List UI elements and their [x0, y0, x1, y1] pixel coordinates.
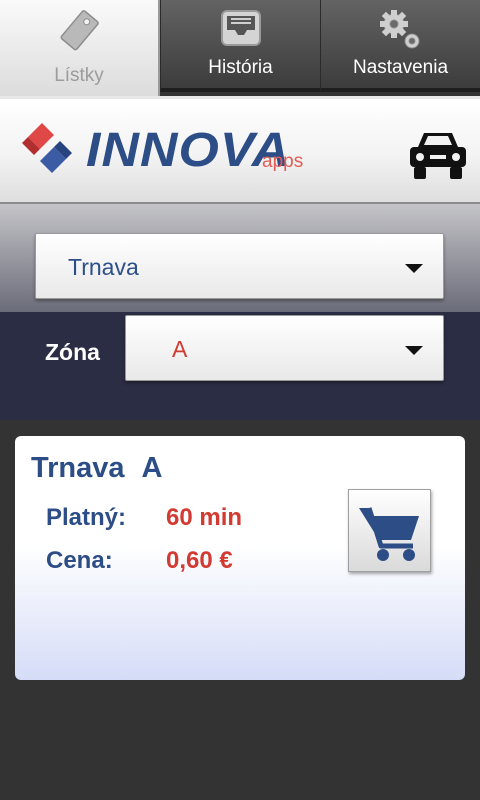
tab-history[interactable]: História — [160, 0, 320, 92]
tab-tickets-label: Lístky — [54, 65, 104, 86]
inbox-tray-icon — [218, 8, 264, 55]
tab-history-label: História — [208, 57, 273, 78]
shopping-cart-icon — [359, 507, 419, 561]
zone-selector-area: Zóna A — [0, 312, 480, 420]
price-label: Cena: — [46, 547, 113, 574]
innova-logo-mark-icon — [18, 119, 76, 182]
tab-bar: Lístky História Nastavenia — [0, 0, 480, 96]
tab-tickets[interactable]: Lístky — [0, 0, 160, 96]
zone-dropdown[interactable]: A — [125, 315, 444, 381]
city-dropdown-value: Trnava — [68, 254, 139, 280]
tab-settings[interactable]: Nastavenia — [320, 0, 480, 92]
logo-subtext: apps — [262, 151, 304, 172]
logo-text: INNOVA — [86, 124, 291, 177]
car-icon[interactable] — [406, 127, 470, 188]
zone-dropdown-value: A — [172, 336, 188, 362]
chevron-down-icon — [405, 346, 423, 355]
validity-label: Platný: — [46, 504, 127, 531]
app-header: INNOVA apps — [0, 96, 480, 204]
city-dropdown[interactable]: Trnava — [35, 233, 444, 299]
price-value: 0,60 € — [166, 547, 233, 574]
ticket-card: Trnava A Platný: 60 min Cena: 0,60 € — [15, 436, 465, 680]
ticket-icon — [56, 8, 102, 59]
tab-settings-label: Nastavenia — [352, 57, 449, 78]
chevron-down-icon — [405, 264, 423, 273]
buy-ticket-button[interactable] — [348, 489, 431, 572]
zone-label: Zóna — [45, 339, 100, 365]
gears-icon — [376, 8, 426, 59]
ticket-title: Trnava A — [31, 452, 163, 484]
city-selector-area: Trnava — [0, 204, 480, 312]
validity-value: 60 min — [166, 504, 243, 531]
